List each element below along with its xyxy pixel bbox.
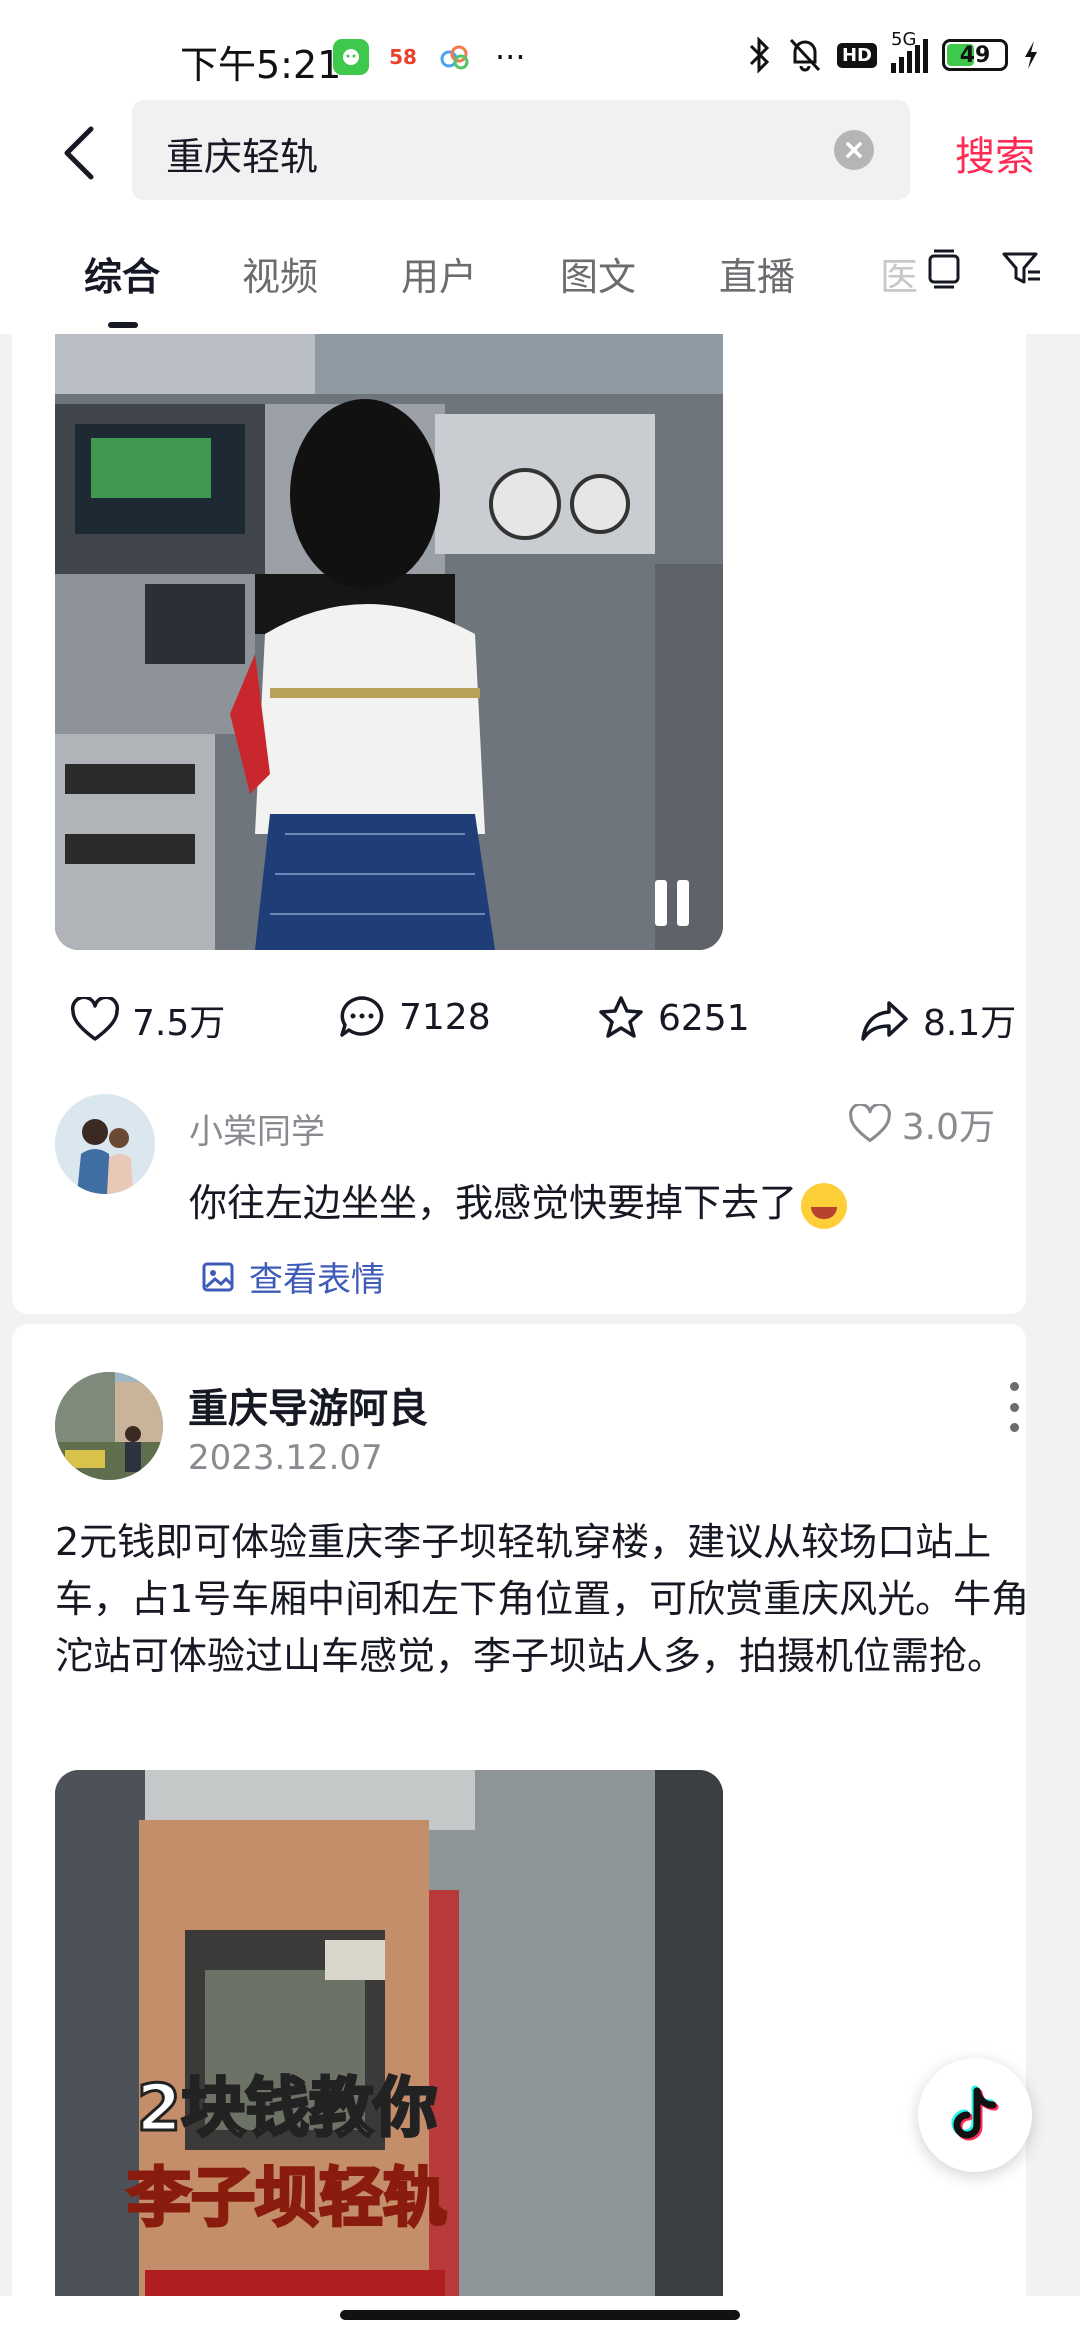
tab-overflow-partial[interactable]: 医: [880, 246, 918, 301]
cover-caption-line2: 李子坝轻轨: [127, 2162, 447, 2236]
video-frame-train-operator: [55, 334, 723, 950]
author-avatar[interactable]: [55, 1372, 163, 1480]
douyin-logo-icon: [951, 2085, 999, 2141]
tab-image-text[interactable]: 图文: [560, 246, 636, 301]
view-mode-button[interactable]: [922, 246, 966, 290]
share-icon: [861, 1001, 908, 1041]
heart-icon: [848, 1104, 891, 1143]
search-input[interactable]: 重庆轻轨: [132, 100, 910, 200]
douyin-floating-button[interactable]: [918, 2058, 1032, 2172]
comment-icon: [340, 996, 384, 1037]
search-button[interactable]: 搜索: [955, 124, 1035, 182]
video-player[interactable]: [55, 334, 723, 950]
more-options-button[interactable]: [1008, 1382, 1020, 1432]
charging-icon: [1025, 41, 1037, 69]
tab-videos[interactable]: 视频: [242, 246, 318, 301]
filter-button[interactable]: [1000, 246, 1044, 290]
share-count: 8.1万: [923, 1003, 1017, 1044]
battery-icon: 49: [942, 39, 1008, 71]
hd-badge: HD: [836, 42, 877, 68]
app-58-notification-icon: 58: [385, 39, 421, 75]
signal-icon: 5G: [891, 29, 928, 73]
clear-search-button[interactable]: [834, 130, 874, 170]
favorite-button[interactable]: 6251: [596, 994, 750, 1042]
cover-photo-liziba-station: 2块钱教你 李子坝轻轨: [55, 1770, 723, 2340]
comment-count: 7128: [399, 996, 491, 1038]
system-nav-bar: [0, 2296, 1080, 2340]
filter-icon: [1002, 252, 1040, 284]
result-tabs: 综合 视频 用户 图文 直播 医: [0, 210, 1080, 334]
like-count: 7.5万: [132, 1003, 226, 1044]
bluetooth-icon: [749, 36, 770, 74]
like-button[interactable]: 7.5万: [70, 994, 225, 1046]
search-result-card: 重庆导游阿良 2023.12.07 2元钱即可体验重庆李子坝轻轨穿楼，建议从较场…: [12, 1324, 1029, 2340]
video-actions: 7.5万 7128 6251 8.1万: [12, 994, 1026, 1064]
comment-like-button[interactable]: 3.0万: [848, 1098, 995, 1150]
status-time: 下午5:21: [180, 43, 342, 87]
tab-live[interactable]: 直播: [719, 246, 795, 301]
home-indicator[interactable]: [340, 2310, 740, 2320]
author-name[interactable]: 重庆导游阿良: [188, 1376, 428, 1434]
commenter-name[interactable]: 小棠同学: [189, 1104, 325, 1153]
post-cover-image[interactable]: 2块钱教你 李子坝轻轨: [55, 1770, 723, 2340]
status-app-icons: 58 ···: [333, 38, 526, 76]
search-header: 重庆轻轨 搜索: [0, 100, 1080, 210]
view-sticker-link[interactable]: 查看表情: [201, 1252, 385, 1301]
status-indicators: HD 5G 49: [747, 29, 1040, 74]
tab-users[interactable]: 用户: [401, 246, 477, 301]
mute-bell-icon: [789, 38, 821, 72]
post-description[interactable]: 2元钱即可体验重庆李子坝轻轨穿楼，建议从较场口站上车，占1号车厢中间和左下角位置…: [55, 1514, 1040, 1685]
search-result-card: 7.5万 7128 6251 8.1万 小棠同学 3.0万 你往左边坐坐，我感觉…: [12, 334, 1026, 1314]
search-query-text: 重庆轻轨: [166, 135, 319, 179]
comment-button[interactable]: 7128: [337, 994, 491, 1040]
cloud-app-notification-icon: [437, 39, 473, 75]
star-icon: [599, 996, 643, 1038]
cover-caption-line1: 2块钱教你: [137, 2072, 438, 2146]
chevron-left-icon: [64, 126, 94, 180]
heart-icon: [70, 997, 120, 1041]
active-tab-indicator: [108, 322, 138, 328]
layout-toggle-icon: [928, 249, 960, 289]
tab-comprehensive[interactable]: 综合: [84, 246, 160, 301]
wechat-notification-icon: [333, 39, 369, 75]
back-button[interactable]: [44, 118, 114, 188]
laughing-crying-emoji-icon: [801, 1182, 848, 1229]
commenter-avatar[interactable]: [55, 1094, 155, 1194]
comment-text: 你往左边坐坐，我感觉快要掉下去了: [189, 1172, 848, 1229]
image-icon: [202, 1262, 234, 1291]
pause-button[interactable]: [655, 880, 695, 926]
favorite-count: 6251: [658, 997, 750, 1039]
close-icon: [846, 142, 862, 158]
post-date: 2023.12.07: [188, 1438, 383, 1478]
share-button[interactable]: 8.1万: [859, 994, 1016, 1046]
more-notifications-indicator: ···: [495, 38, 526, 76]
status-bar: 下午5:21 58 ··· HD 5G 49: [0, 0, 1080, 100]
comment-like-count: 3.0万: [901, 1107, 995, 1148]
